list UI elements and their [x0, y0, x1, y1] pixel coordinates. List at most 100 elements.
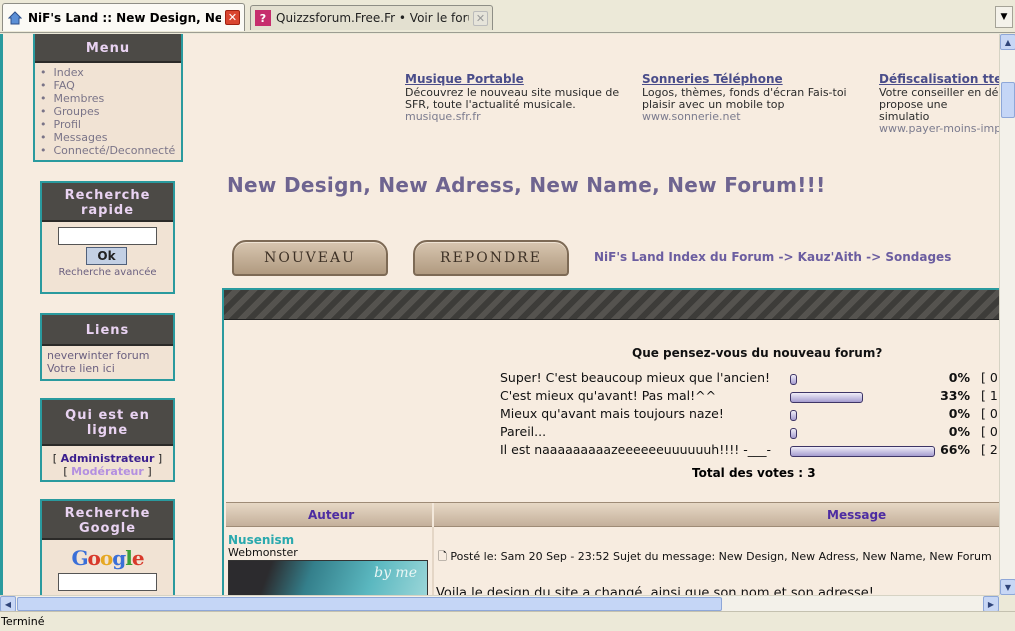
poll-percent: 0% — [948, 406, 970, 421]
google-search-box: Recherche Google Google — [40, 499, 175, 595]
google-search-input[interactable] — [58, 573, 157, 591]
quick-search-title: Recherche rapide — [42, 183, 173, 222]
quick-search-box: Recherche rapide Ok Recherche avancée — [40, 181, 175, 294]
page-title[interactable]: New Design, New Adress, New Name, New Fo… — [227, 173, 826, 197]
poll-percent: 33% — [940, 388, 970, 403]
tab-quizzsforum[interactable]: ? Quizzsforum.Free.Fr • Voir le forum - … — [250, 5, 493, 30]
ad-title[interactable]: Sonneries Téléphone — [642, 73, 862, 85]
status-bar: Terminé — [0, 611, 1015, 631]
google-logo: Google — [71, 546, 144, 570]
ad-url[interactable]: www.sonnerie.net — [642, 111, 862, 123]
ad-musique: Musique Portable Découvrez le nouveau si… — [405, 73, 625, 123]
poll-bar — [790, 410, 797, 421]
question-icon: ? — [255, 10, 271, 26]
menu-item-membres[interactable]: Membres — [40, 92, 181, 105]
menu-item-messages[interactable]: Messages — [40, 131, 181, 144]
table-header: Auteur Message — [226, 502, 999, 528]
tab-title: NiF's Land :: New Design, New A... — [28, 10, 221, 25]
quick-search-input[interactable] — [58, 227, 157, 245]
scroll-corner — [999, 595, 1015, 611]
ad-text: Découvrez le nouveau site musique de SFR… — [405, 86, 620, 111]
avatar: by me — [228, 560, 428, 595]
vertical-scroll-thumb[interactable] — [1001, 82, 1015, 118]
poll-option-label: Il est naaaaaaaaazeeeeeeuuuuuuh!!!! -___… — [500, 442, 772, 457]
scroll-left-icon[interactable]: ◀ — [0, 596, 16, 612]
links-box: Liens neverwinter forum Votre lien ici — [40, 313, 175, 381]
page-viewport: Menu Index FAQ Membres Groupes Profil Me… — [0, 34, 999, 595]
ok-button[interactable]: Ok — [86, 247, 127, 265]
poll-count: [ 2 — [981, 442, 998, 457]
poll-question: Que pensez-vous du nouveau forum? — [632, 346, 883, 360]
ad-sonneries: Sonneries Téléphone Logos, thèmes, fonds… — [642, 73, 862, 123]
poll-count: [ 0 — [981, 424, 998, 439]
poll-bar — [790, 446, 935, 457]
vertical-scrollbar[interactable]: ▲ ▼ — [999, 34, 1015, 595]
link-your-link[interactable]: Votre lien ici — [47, 362, 173, 375]
poll-count: [ 0 — [981, 406, 998, 421]
poll-count: [ 1 — [981, 388, 998, 403]
menu-item-faq[interactable]: FAQ — [40, 79, 181, 92]
poll-percent: 0% — [948, 370, 970, 385]
post-author[interactable]: Nusenism — [228, 533, 294, 547]
google-search-title: Recherche Google — [42, 501, 173, 540]
reply-button[interactable]: REPONDRE — [413, 240, 569, 276]
scroll-right-icon[interactable]: ▶ — [983, 596, 999, 612]
poll-bar — [790, 392, 863, 403]
post-body: Voila le design du site a changé, ainsi … — [436, 586, 875, 595]
menu-item-profil[interactable]: Profil — [40, 118, 181, 131]
message-column-header: Message — [827, 508, 887, 522]
page-border — [0, 34, 3, 595]
horizontal-scrollbar[interactable]: ◀ ▶ — [0, 595, 999, 612]
ad-title[interactable]: Défiscalisation ttes — [879, 73, 999, 85]
poll-count: [ 0 — [981, 370, 998, 385]
new-topic-button[interactable]: NOUVEAU — [232, 240, 388, 276]
avatar-caption: by me — [374, 565, 417, 581]
ad-text: Logos, thèmes, fonds d'écran Fais-toi pl… — [642, 86, 847, 111]
poll-bar — [790, 428, 797, 439]
online-box: Qui est en ligne [ Administrateur ] [ Mo… — [40, 398, 175, 482]
post-meta: 🗋 Posté le: Sam 20 Sep - 23:52 Sujet du … — [438, 548, 992, 567]
column-divider — [432, 527, 434, 595]
poll-option-label: Mieux qu'avant mais toujours naze! — [500, 406, 724, 421]
scroll-up-icon[interactable]: ▲ — [1000, 34, 1015, 50]
menu-title: Menu — [35, 34, 181, 63]
close-tab-icon[interactable]: ✕ — [225, 10, 240, 25]
horizontal-scroll-thumb[interactable] — [17, 597, 722, 611]
home-icon — [7, 10, 23, 26]
post-meta-text: Posté le: Sam 20 Sep - 23:52 Sujet du me… — [450, 550, 992, 563]
breadcrumb[interactable]: NiF's Land Index du Forum -> Kauz'Aith -… — [594, 250, 951, 264]
topic-panel: Que pensez-vous du nouveau forum? Super!… — [222, 288, 999, 595]
tab-title: Quizzsforum.Free.Fr • Voir le forum - In… — [276, 11, 469, 25]
tab-bar: NiF's Land :: New Design, New A... ✕ ? Q… — [0, 0, 1015, 33]
menu-item-groupes[interactable]: Groupes — [40, 105, 181, 118]
menu-item-index[interactable]: Index — [40, 66, 181, 79]
menu-list: Index FAQ Membres Groupes Profil Message… — [35, 63, 181, 157]
poll-option-label: C'est mieux qu'avant! Pas mal!^^ — [500, 388, 717, 403]
panel-header — [224, 290, 999, 320]
poll-total: Total des votes : 3 — [692, 466, 816, 480]
menu-item-login[interactable]: Connecté/Deconnecté — [40, 144, 181, 157]
poll-percent: 0% — [948, 424, 970, 439]
ad-url[interactable]: musique.sfr.fr — [405, 111, 625, 123]
admin-legend[interactable]: Administrateur — [61, 452, 155, 465]
post-icon[interactable]: 🗋 — [438, 550, 447, 563]
poll-option-label: Pareil... — [500, 424, 547, 439]
close-tab-icon[interactable]: ✕ — [473, 10, 488, 26]
menu-box: Menu Index FAQ Membres Groupes Profil Me… — [33, 34, 183, 162]
author-column-header: Auteur — [308, 508, 355, 522]
column-divider — [432, 503, 434, 528]
link-neverwinter[interactable]: neverwinter forum — [47, 349, 173, 362]
links-title: Liens — [42, 315, 173, 346]
scroll-down-icon[interactable]: ▼ — [1000, 579, 1015, 595]
ad-defiscalisation: Défiscalisation ttes Votre conseiller en… — [879, 73, 999, 135]
post-rank: Webmonster — [228, 546, 298, 559]
poll-option-label: Super! C'est beaucoup mieux que l'ancien… — [500, 370, 771, 385]
ad-title[interactable]: Musique Portable — [405, 73, 625, 85]
poll-percent: 66% — [940, 442, 970, 457]
tab-list-button[interactable]: ▼ — [995, 6, 1013, 28]
advanced-search-link[interactable]: Recherche avancée — [42, 267, 173, 278]
poll-bar — [790, 374, 797, 385]
moderator-legend[interactable]: Modérateur — [71, 465, 144, 478]
tab-nifs-land[interactable]: NiF's Land :: New Design, New A... ✕ — [2, 3, 245, 31]
ad-url[interactable]: www.payer-moins-imp — [879, 123, 999, 135]
